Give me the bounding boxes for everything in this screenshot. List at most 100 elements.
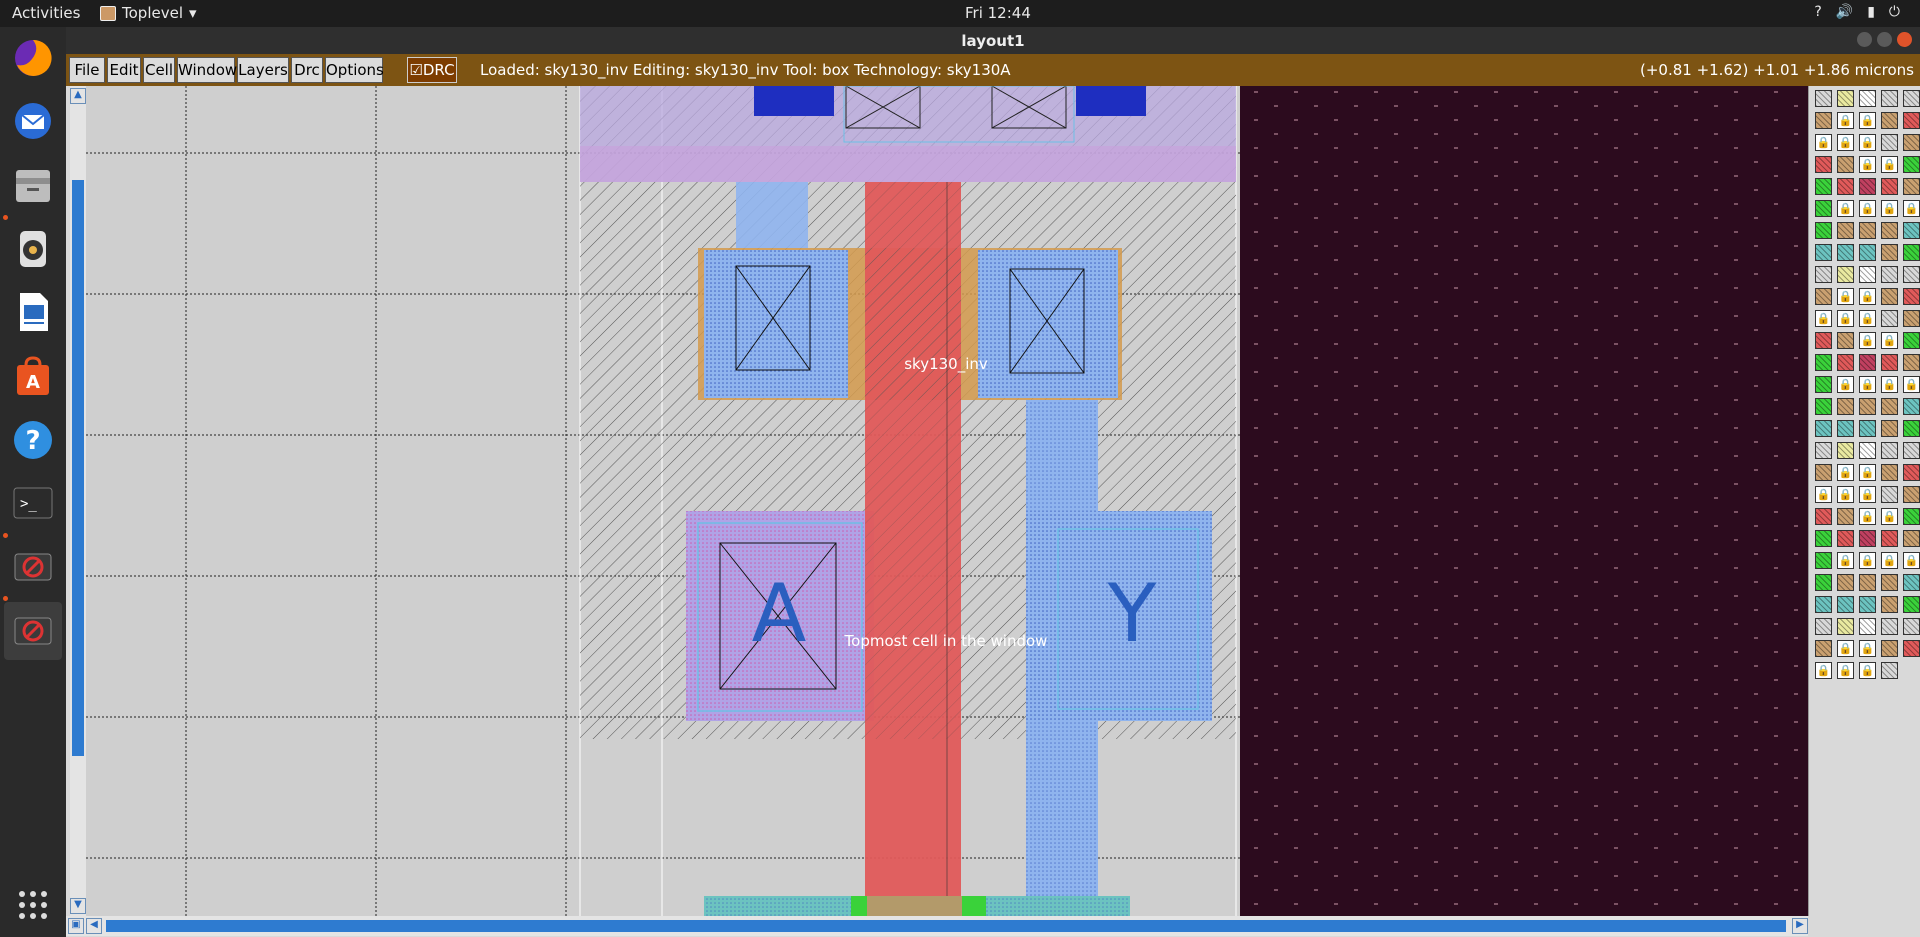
dock-firefox[interactable] xyxy=(9,34,57,82)
layer-swatch[interactable] xyxy=(1815,552,1832,569)
clock[interactable]: Fri 12:44 xyxy=(965,4,1031,22)
lock-icon[interactable]: 🔒 xyxy=(1881,156,1898,173)
menu-window[interactable]: Window xyxy=(177,57,237,83)
layer-swatch[interactable] xyxy=(1903,486,1920,503)
lock-icon[interactable]: 🔒 xyxy=(1859,464,1876,481)
lock-icon[interactable]: 🔒 xyxy=(1881,508,1898,525)
layer-swatch[interactable] xyxy=(1837,508,1854,525)
layer-swatch[interactable] xyxy=(1903,574,1920,591)
layer-swatch[interactable] xyxy=(1837,420,1854,437)
layer-swatch[interactable] xyxy=(1815,288,1832,305)
layer-swatch[interactable] xyxy=(1903,640,1920,657)
lock-icon[interactable]: 🔒 xyxy=(1859,288,1876,305)
layer-swatch[interactable] xyxy=(1903,244,1920,261)
horizontal-scrollbar[interactable]: ▣ ◀ ▶ xyxy=(66,916,1808,936)
layer-swatch[interactable] xyxy=(1881,222,1898,239)
layer-swatch[interactable] xyxy=(1837,156,1854,173)
lock-icon[interactable]: 🔒 xyxy=(1837,662,1854,679)
show-applications-button[interactable] xyxy=(9,881,57,929)
dock-files[interactable] xyxy=(9,161,57,209)
lock-icon[interactable]: 🔒 xyxy=(1837,134,1854,151)
lock-icon[interactable]: 🔒 xyxy=(1903,552,1920,569)
layer-swatch[interactable] xyxy=(1859,420,1876,437)
dock-rhythmbox[interactable] xyxy=(9,225,57,273)
lock-icon[interactable]: 🔒 xyxy=(1881,332,1898,349)
layer-swatch[interactable] xyxy=(1881,244,1898,261)
maximize-icon[interactable] xyxy=(1877,32,1892,47)
lock-icon[interactable]: 🔒 xyxy=(1859,376,1876,393)
layer-swatch[interactable] xyxy=(1881,574,1898,591)
layer-swatch[interactable] xyxy=(1881,354,1898,371)
layer-swatch[interactable] xyxy=(1903,596,1920,613)
dock-help[interactable]: ? xyxy=(9,416,57,464)
layer-swatch[interactable] xyxy=(1903,178,1920,195)
lock-icon[interactable]: 🔒 xyxy=(1815,310,1832,327)
layer-swatch[interactable] xyxy=(1881,420,1898,437)
dock-software[interactable]: A xyxy=(9,352,57,400)
layer-swatch[interactable] xyxy=(1859,266,1876,283)
layer-swatch[interactable] xyxy=(1903,222,1920,239)
layer-swatch[interactable] xyxy=(1815,420,1832,437)
layer-swatch[interactable] xyxy=(1815,596,1832,613)
lock-icon[interactable]: 🔒 xyxy=(1859,200,1876,217)
layer-swatch[interactable] xyxy=(1815,640,1832,657)
scroll-right-icon[interactable]: ▶ xyxy=(1792,918,1808,934)
layer-swatch[interactable] xyxy=(1903,134,1920,151)
layer-swatch[interactable] xyxy=(1881,464,1898,481)
lock-icon[interactable]: 🔒 xyxy=(1859,332,1876,349)
layer-swatch[interactable] xyxy=(1903,530,1920,547)
layer-swatch[interactable] xyxy=(1903,310,1920,327)
dock-magic-active[interactable] xyxy=(4,602,62,660)
lock-icon[interactable]: 🔒 xyxy=(1859,112,1876,129)
vertical-scrollbar[interactable]: ▲ ▼ xyxy=(70,86,86,916)
lock-icon[interactable]: 🔒 xyxy=(1815,662,1832,679)
layer-swatch[interactable] xyxy=(1815,332,1832,349)
menu-cell[interactable]: Cell xyxy=(143,57,175,83)
layer-swatch[interactable] xyxy=(1837,442,1854,459)
menu-drc[interactable]: Drc xyxy=(291,57,323,83)
layer-swatch[interactable] xyxy=(1881,134,1898,151)
layer-swatch[interactable] xyxy=(1815,464,1832,481)
layer-swatch[interactable] xyxy=(1881,618,1898,635)
layer-swatch[interactable] xyxy=(1881,662,1898,679)
layer-swatch[interactable] xyxy=(1815,508,1832,525)
menu-edit[interactable]: Edit xyxy=(107,57,141,83)
lock-icon[interactable]: 🔒 xyxy=(1859,640,1876,657)
lock-icon[interactable]: 🔒 xyxy=(1859,552,1876,569)
minimize-icon[interactable] xyxy=(1857,32,1872,47)
layer-swatch[interactable] xyxy=(1903,464,1920,481)
lock-icon[interactable]: 🔒 xyxy=(1837,464,1854,481)
layer-swatch[interactable] xyxy=(1903,420,1920,437)
layer-swatch[interactable] xyxy=(1881,266,1898,283)
dock-terminal[interactable]: >_ xyxy=(9,479,57,527)
layer-swatch[interactable] xyxy=(1859,618,1876,635)
layer-swatch[interactable] xyxy=(1881,288,1898,305)
lock-icon[interactable]: 🔒 xyxy=(1903,376,1920,393)
layer-swatch[interactable] xyxy=(1815,244,1832,261)
dock-writer[interactable] xyxy=(9,288,57,336)
layer-swatch[interactable] xyxy=(1815,90,1832,107)
layer-swatch[interactable] xyxy=(1859,530,1876,547)
lock-icon[interactable]: 🔒 xyxy=(1837,288,1854,305)
layer-swatch[interactable] xyxy=(1837,596,1854,613)
lock-icon[interactable]: 🔒 xyxy=(1837,552,1854,569)
lock-icon[interactable]: 🔒 xyxy=(1837,200,1854,217)
lock-icon[interactable]: 🔒 xyxy=(1837,112,1854,129)
layer-swatch[interactable] xyxy=(1837,266,1854,283)
activities-button[interactable]: Activities xyxy=(12,4,80,22)
lock-icon[interactable]: 🔒 xyxy=(1859,310,1876,327)
layer-swatch[interactable] xyxy=(1815,178,1832,195)
horizontal-scroll-thumb[interactable] xyxy=(106,920,1786,932)
layer-swatch[interactable] xyxy=(1881,398,1898,415)
layer-swatch[interactable] xyxy=(1903,508,1920,525)
layer-swatch[interactable] xyxy=(1859,442,1876,459)
lock-icon[interactable]: 🔒 xyxy=(1859,508,1876,525)
lock-icon[interactable]: 🔒 xyxy=(1881,552,1898,569)
layer-swatch[interactable] xyxy=(1859,222,1876,239)
layer-swatch[interactable] xyxy=(1903,288,1920,305)
lock-icon[interactable]: 🔒 xyxy=(1815,486,1832,503)
dock-magic[interactable] xyxy=(9,543,57,591)
layer-swatch[interactable] xyxy=(1903,398,1920,415)
lock-icon[interactable]: 🔒 xyxy=(1859,486,1876,503)
lock-icon[interactable]: 🔒 xyxy=(1903,200,1920,217)
